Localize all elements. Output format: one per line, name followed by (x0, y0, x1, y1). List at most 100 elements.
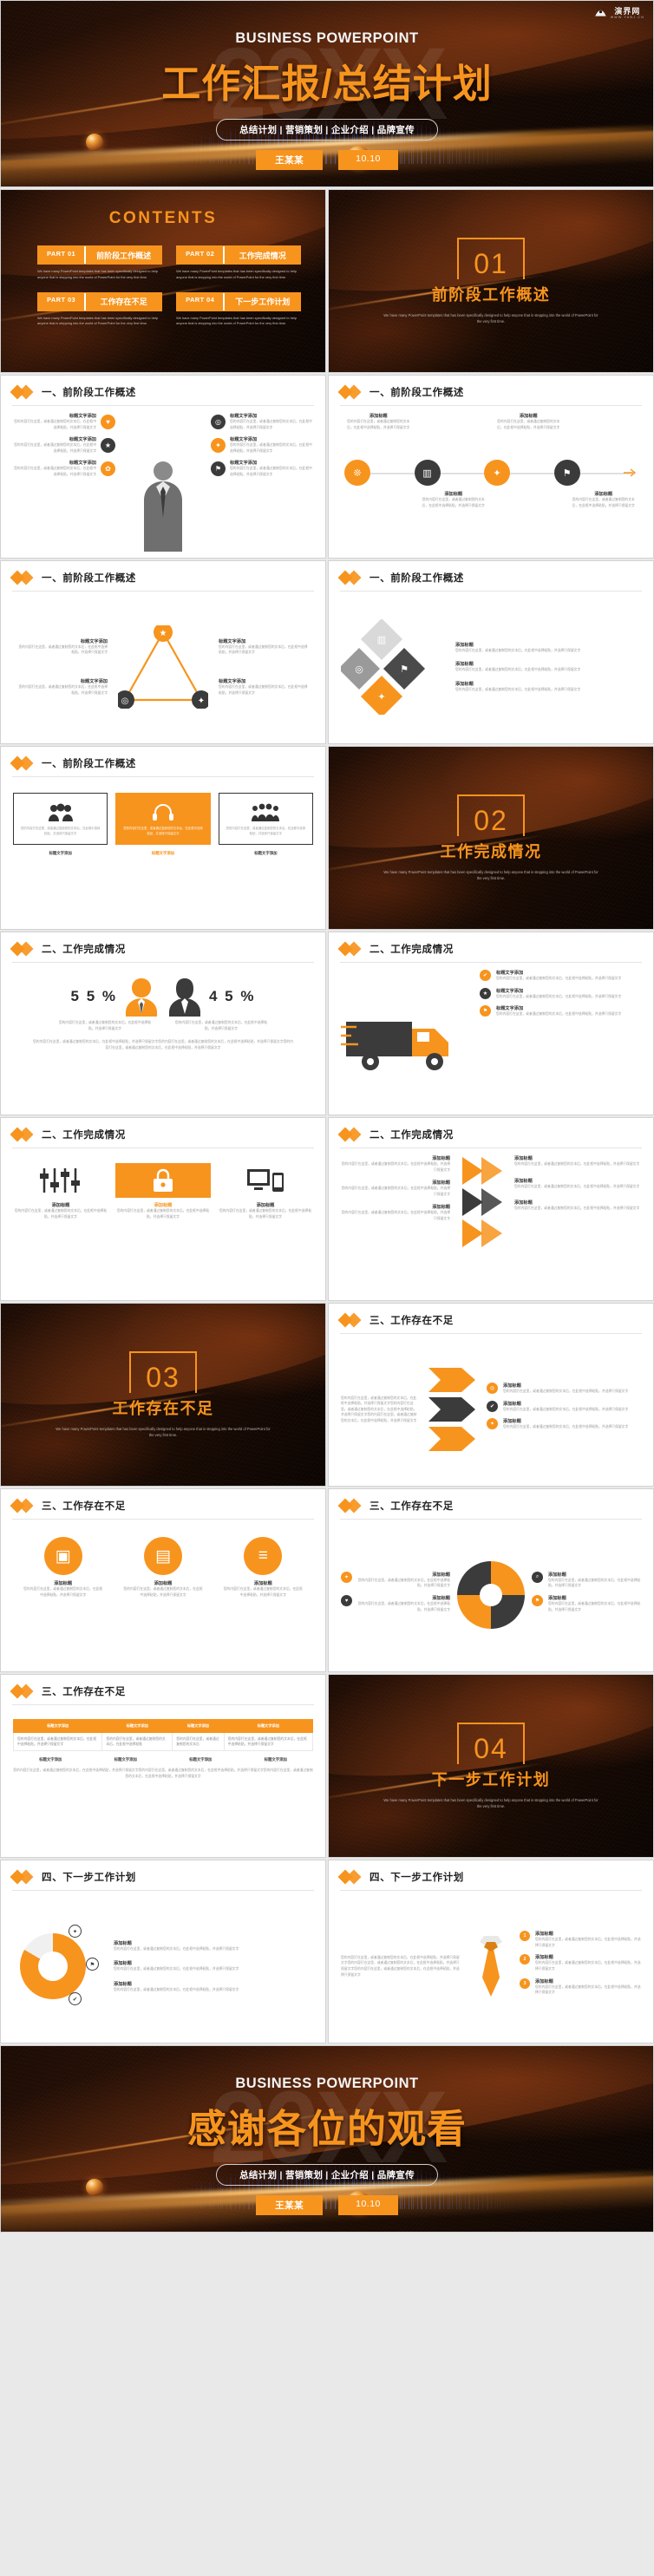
svg-text:★: ★ (160, 629, 167, 638)
truck-bullet[interactable]: ✔ 标题文字添加 您的内容打在这里，或者通过复制您的文本后，在此框中选择粘贴，并… (480, 970, 641, 982)
plan-list-item[interactable]: 2 添加标题 您的内容打在这里，或者通过复制您的文本后，在此框中选择粘贴，并选择… (520, 1954, 641, 1971)
section-title: 前阶段工作概述 (431, 285, 551, 304)
feature-card[interactable]: 您的内容打在这里，或者通过复制您的文本后，在此框中选择粘贴，并选择只保留文字 (115, 793, 211, 845)
toc-item-2[interactable]: PART 02 工作完成情况 We have many PowerPoint te… (176, 245, 302, 281)
feature-card[interactable]: 您的内容打在这里，或者通过复制您的文本后，在此框中选择粘贴，并选择只保留文字 (218, 793, 313, 845)
plan-item-title: 添加标题 (114, 1981, 132, 1987)
section-number: 04 (474, 1733, 508, 1765)
circle-text: 您的内容打在这里，或者通过复制您的文本后，在此框中选择粘贴，并选择只保留文字 (23, 1587, 103, 1597)
target-icon: ◎ (487, 1383, 498, 1395)
wheel-bullet[interactable]: ⌕ 添加标题 您的内容打在这里，或者通过复制您的文本后，在此框中选择粘贴，并选择… (532, 1571, 641, 1589)
chevron-text: 您的内容打在这里，或者通过复制您的文本后，在此框中选择粘贴，并选择只保留文字 (341, 1162, 450, 1172)
number-badge-2: 2 (520, 1954, 530, 1965)
timeline-track: ❊ ▥ ✦ ⚑ (341, 460, 641, 487)
circle-item[interactable]: ▤ 添加标题 您的内容打在这里，或者通过复制您的文本后，在此框中选择粘贴，并选择… (123, 1537, 203, 1598)
list-text: 您的内容打在这里，或者通过复制您的文本后，在此框中选择粘贴，并选择只保留文字 (535, 1984, 641, 1995)
diamond-item-text: 您的内容打在这里，或者通过复制您的文本后，在此框中选择粘贴，并选择只保留文字 (455, 668, 581, 672)
chevron-item[interactable]: 添加标题 您的内容打在这里，或者通过复制您的文本后，在此框中选择粘贴，并选择只保… (341, 1204, 450, 1221)
gaps-bullet[interactable]: ◎ 添加标题 您的内容打在这里，或者通过复制您的文本后，在此框中选择粘贴，并选择… (487, 1383, 641, 1395)
block-item[interactable]: 添加标题 您的内容打在这里，或者通过复制您的文本后，在此框中选择粘贴，并选择只保… (218, 1163, 313, 1219)
timeline-bottom-title: 添加标题 (444, 492, 463, 498)
wheel-bullet[interactable]: ✦ 添加标题 您的内容打在这里，或者通过复制您的文本后，在此框中选择粘贴，并选择… (341, 1571, 450, 1589)
gaps-bullet[interactable]: ✔ 添加标题 您的内容打在这里，或者通过复制您的文本后，在此框中选择粘贴，并选择… (487, 1400, 641, 1413)
table-header-cell: 标题文字添加 (12, 1719, 103, 1733)
crowd-icon (226, 801, 306, 824)
block-title: 添加标题 (51, 1203, 70, 1208)
slide-heading: 三、工作存在不足 (42, 1687, 126, 1697)
thanks-title: 感谢各位的观看 (186, 2107, 467, 2151)
bullet-text: 您的内容打在这里，或者通过复制您的文本后，在此框中选择粘贴，并选择只保留文字 (357, 1602, 450, 1612)
camera-icon: ▣ (43, 1537, 82, 1575)
feature-item[interactable]: 标题文字添加 您的内容打在这里，或者通过复制您的文本后，在此框中选择粘贴，并选择… (13, 436, 115, 454)
timeline-bottom-text: 您的内容打在这里，或者通过复制您的文本后，在此框中选择粘贴，并选择只保留文字 (572, 498, 635, 507)
chevron-item[interactable]: 添加标题 您的内容打在这里，或者通过复制您的文本后，在此框中选择粘贴，并选择只保… (341, 1180, 450, 1197)
flag-icon: ⚑ (211, 461, 226, 476)
svg-text:⚑: ⚑ (400, 664, 409, 675)
block-item[interactable]: 添加标题 您的内容打在这里，或者通过复制您的文本后，在此框中选择粘贴，并选择只保… (13, 1163, 108, 1219)
people-icon (20, 801, 101, 824)
table-footer-label: 标题文字添加 (39, 1757, 62, 1762)
timeline-node-4[interactable]: ⚑ (553, 460, 580, 487)
feature-text: 您的内容打在这里，或者通过复制您的文本后，在此框中选择粘贴，并选择只保留文字 (14, 443, 96, 453)
slide-heading: 三、工作存在不足 (370, 1501, 454, 1512)
truck-bullet[interactable]: ★ 标题文字添加 您的内容打在这里，或者通过复制您的文本后，在此框中选择粘贴，并… (480, 987, 641, 1000)
logo-subtext: WWW.YANJ.CN (610, 16, 644, 19)
circle-item[interactable]: ▣ 添加标题 您的内容打在这里，或者通过复制您的文本后，在此框中选择粘贴，并选择… (23, 1537, 103, 1598)
timeline-node-3[interactable]: ✦ (484, 460, 510, 487)
timeline-node-1[interactable]: ❊ (344, 460, 370, 487)
feature-card[interactable]: 您的内容打在这里，或者通过复制您的文本后，在此框中选择粘贴，并选择只保留文字 (13, 793, 108, 845)
timeline-bottom-text: 您的内容打在这里，或者通过复制您的文本后，在此框中选择粘贴，并选择只保留文字 (422, 498, 485, 507)
truck-bullet[interactable]: ⚑ 标题文字添加 您的内容打在这里，或者通过复制您的文本后，在此框中选择粘贴，并… (480, 1005, 641, 1017)
feature-item[interactable]: ⚑ 标题文字添加 您的内容打在这里，或者通过复制您的文本后，在此框中选择粘贴，并… (211, 460, 313, 477)
feature-text: 您的内容打在这里，或者通过复制您的文本后，在此框中选择粘贴，并选择只保留文字 (14, 467, 96, 476)
toc-name-label: 工作完成情况 (223, 246, 301, 264)
toc-part-label: PART 04 (177, 292, 224, 311)
feature-item[interactable]: 标题文字添加 您的内容打在这里，或者通过复制您的文本后，在此框中选择粘贴，并选择… (13, 413, 115, 430)
female-person-icon (169, 978, 200, 1017)
triangle-label: 标题文字添加 (80, 679, 108, 684)
circle-item[interactable]: ≡ 添加标题 您的内容打在这里，或者通过复制您的文本后，在此框中选择粘贴，并选择… (223, 1537, 303, 1598)
section-number: 03 (146, 1362, 180, 1394)
table-footer-label: 标题文字添加 (189, 1757, 213, 1762)
plan-list-item[interactable]: 1 添加标题 您的内容打在这里，或者通过复制您的文本后，在此框中选择粘贴，并选择… (520, 1931, 641, 1948)
table-header-row: 标题文字添加 标题文字添加 标题文字添加 标题文字添加 (12, 1719, 314, 1733)
bullet-title: 添加标题 (548, 1572, 566, 1578)
heart-icon: ♥ (101, 414, 115, 429)
bullet-title: 标题文字添加 (496, 1006, 524, 1012)
block-item[interactable]: 添加标题 您的内容打在这里，或者通过复制您的文本后，在此框中选择粘贴，并选择只保… (115, 1163, 211, 1219)
timeline-node-2[interactable]: ▥ (414, 460, 441, 487)
feature-item[interactable]: ◎ 标题文字添加 您的内容打在这里，或者通过复制您的文本后，在此框中选择粘贴，并… (211, 413, 313, 430)
feature-item[interactable]: 标题文字添加 您的内容打在这里，或者通过复制您的文本后，在此框中选择粘贴，并选择… (13, 460, 115, 477)
bulb-icon: ✦ (211, 437, 226, 453)
timeline-bottom-title: 添加标题 (594, 492, 613, 498)
necktie-icon (480, 1936, 502, 1997)
slide-heading: 一、前阶段工作概述 (42, 388, 136, 398)
circle-title: 添加标题 (154, 1581, 173, 1586)
slide-plan-tie: 四、下一步工作计划 您的内容打在这里，或者通过复制您的文本后，在此框中选择粘贴，… (328, 1860, 654, 2043)
toc-name-label: 工作存在不足 (84, 292, 162, 311)
feature-item[interactable]: ✦ 标题文字添加 您的内容打在这里，或者通过复制您的文本后，在此框中选择粘贴，并… (211, 436, 313, 454)
section-number-frame: 04 (457, 1722, 525, 1765)
wheel-bullet[interactable]: ⚑ 添加标题 您的内容打在这里，或者通过复制您的文本后，在此框中选择粘贴，并选择… (532, 1595, 641, 1612)
gaps-bullet[interactable]: ✦ 添加标题 您的内容打在这里，或者通过复制您的文本后，在此框中选择粘贴，并选择… (487, 1418, 641, 1430)
diamond-item-title: 添加标题 (455, 642, 474, 648)
contents-grid: PART 01 前阶段工作概述 We have many PowerPoint t… (1, 228, 325, 327)
list-text: 您的内容打在这里，或者通过复制您的文本后，在此框中选择粘贴，并选择只保留文字 (535, 1938, 641, 1947)
feature-text: 您的内容打在这里，或者通过复制您的文本后，在此框中选择粘贴，并选择只保留文字 (14, 420, 96, 429)
right-percentage: 4 5 % (209, 988, 256, 1004)
thanks-tagline-pill: 总结计划 | 营销策划 | 企业介绍 | 品牌宣传 (216, 2164, 438, 2186)
wheel-bullet[interactable]: ♥ 添加标题 您的内容打在这里，或者通过复制您的文本后，在此框中选择粘贴，并选择… (341, 1595, 450, 1612)
male-person-icon (126, 978, 157, 1017)
chevron-item[interactable]: 添加标题 您的内容打在这里，或者通过复制您的文本后，在此框中选择粘贴，并选择只保… (341, 1155, 450, 1173)
quadrant-wheel-chart (457, 1561, 525, 1629)
slide-gaps-wheel: 三、工作存在不足 ✦ 添加标题 您的内容打在这里，或者通过复制您的文本后，在此框… (328, 1488, 654, 1672)
gear-icon: ✿ (101, 461, 115, 476)
slider-icon: ≡ (244, 1537, 283, 1575)
plan-list-item[interactable]: 3 添加标题 您的内容打在这里，或者通过复制您的文本后，在此框中选择粘贴，并选择… (520, 1978, 641, 1996)
diamond-bullet-icon (10, 1684, 36, 1699)
toc-item-1[interactable]: PART 01 前阶段工作概述 We have many PowerPoint t… (37, 245, 163, 281)
card-text: 您的内容打在这里，或者通过复制您的文本后，在此框中选择粘贴，并选择只保留文字 (226, 827, 306, 835)
toc-item-3[interactable]: PART 03 工作存在不足 We have many PowerPoint te… (37, 291, 163, 328)
thanks-author-badge: 王某某 (256, 2195, 324, 2215)
toc-item-4[interactable]: PART 04 下一步工作计划 We have many PowerPoint t… (176, 291, 302, 328)
